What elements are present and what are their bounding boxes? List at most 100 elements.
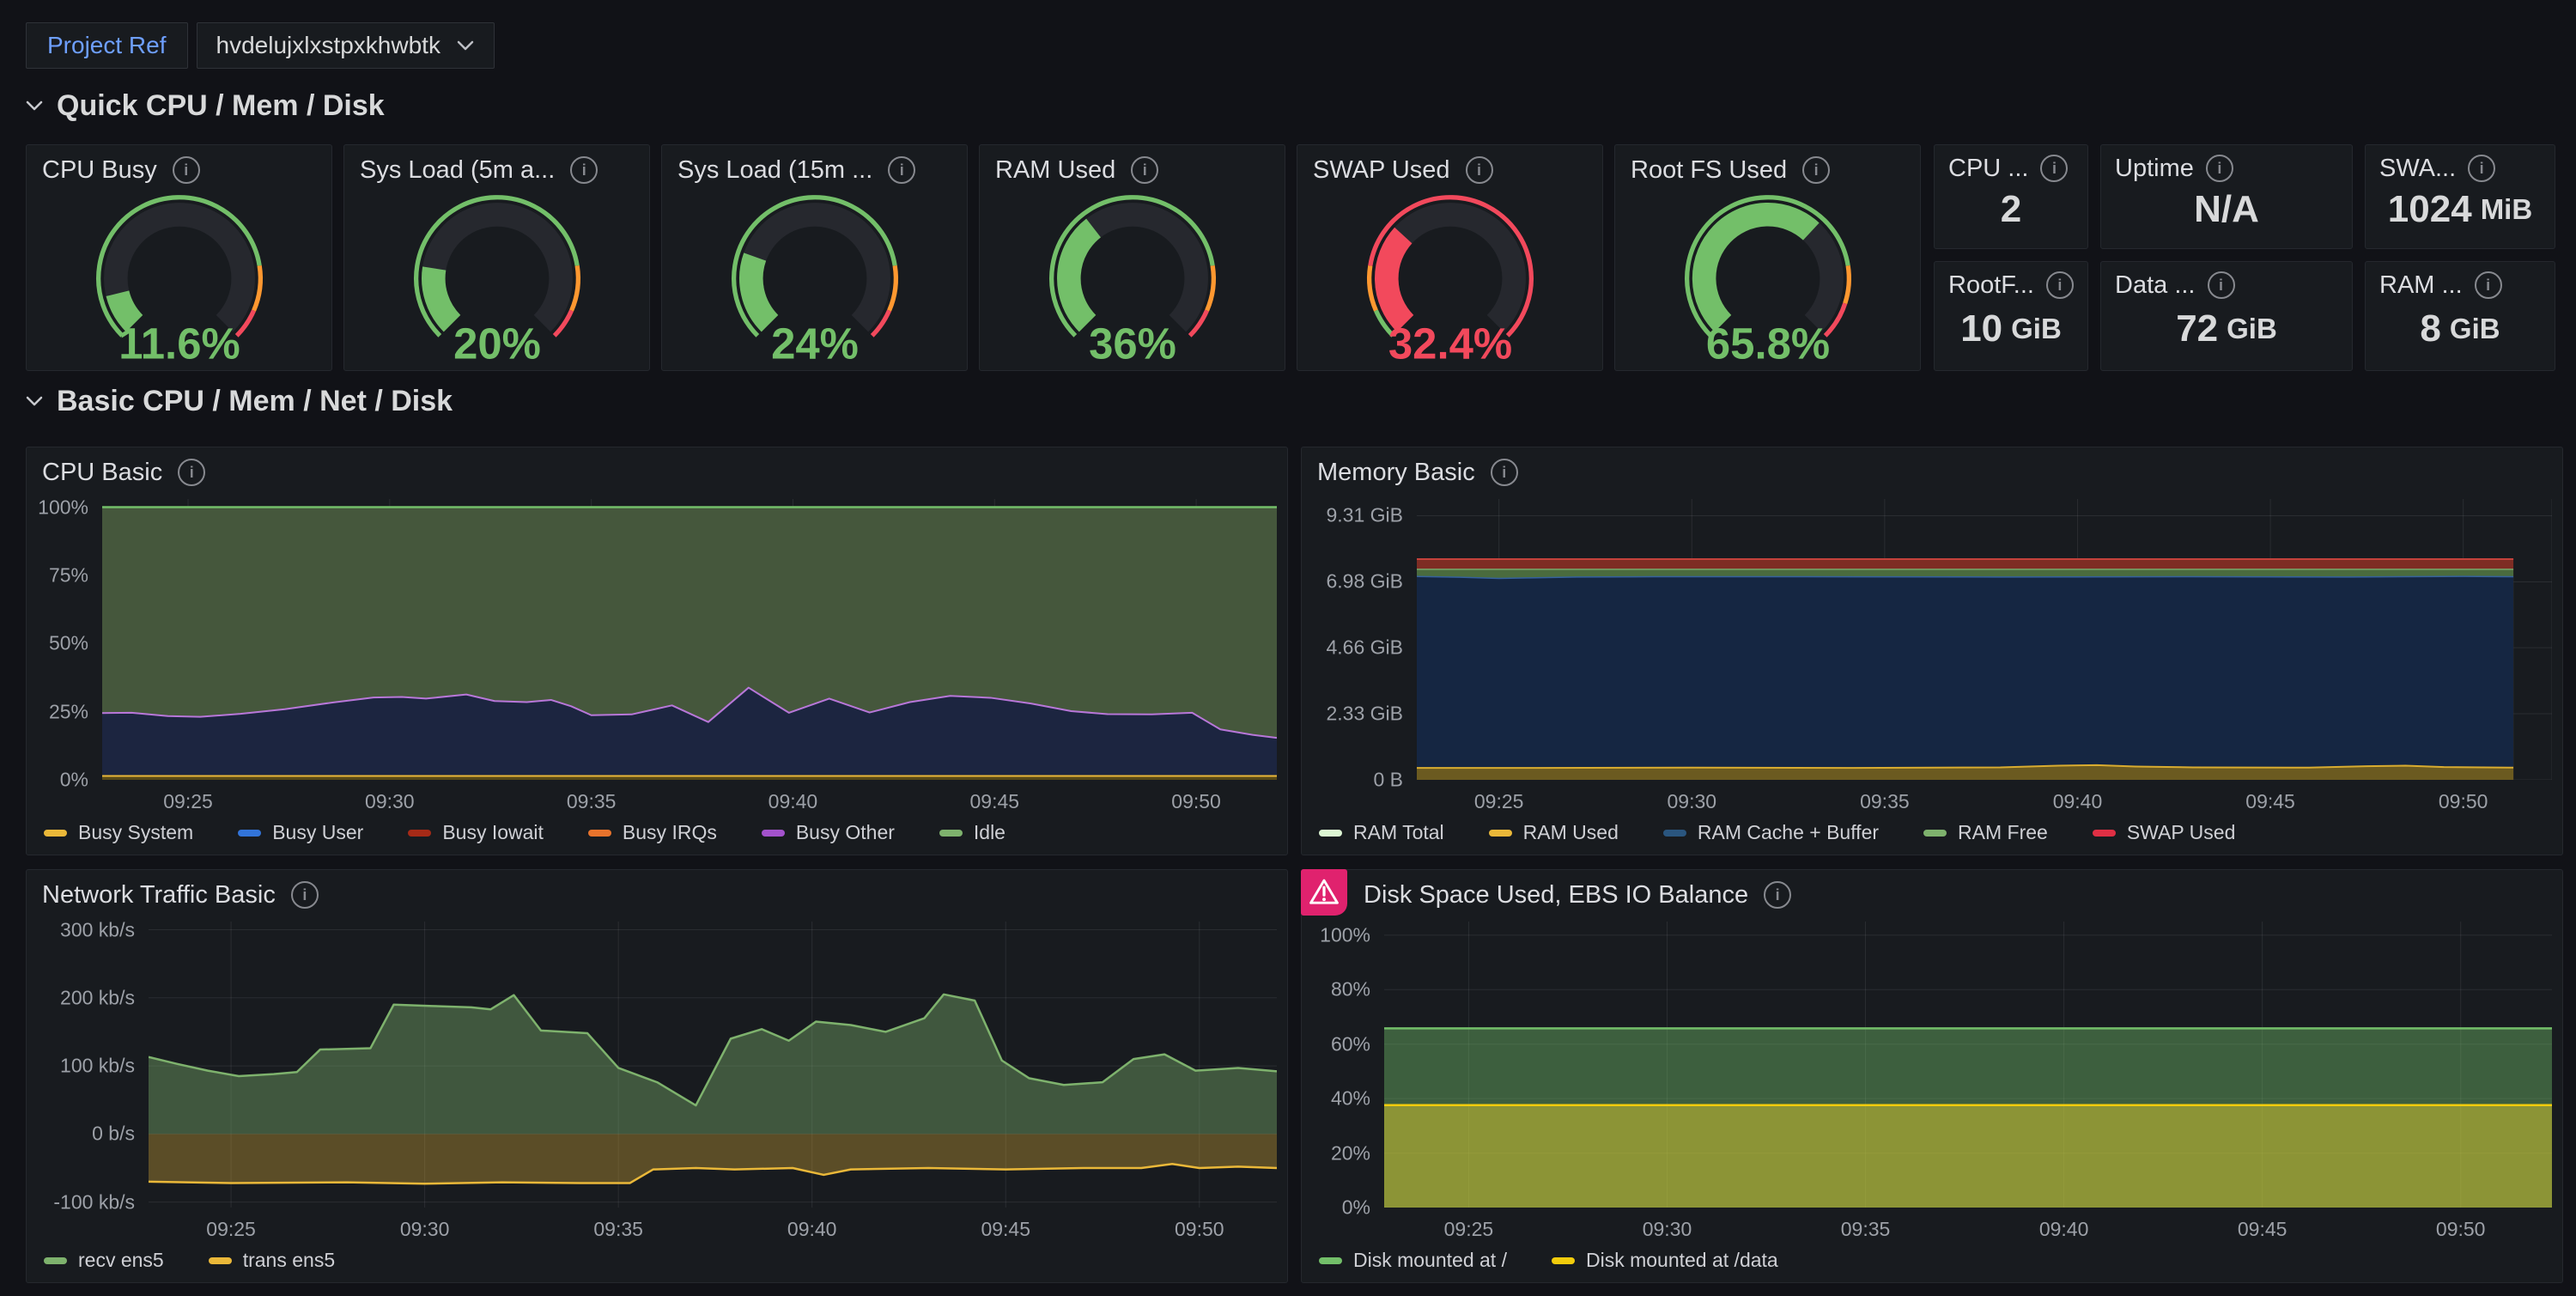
legend-label: Busy Other bbox=[796, 821, 895, 844]
panel-title[interactable]: Root FS Used bbox=[1631, 156, 1787, 185]
legend-color-pill bbox=[1552, 1257, 1575, 1264]
gauge-value: 65.8% bbox=[1705, 319, 1829, 368]
gauge-panel: Sys Load (15m ...i24% bbox=[661, 144, 968, 371]
x-tick-label: 09:45 bbox=[2245, 790, 2295, 813]
series-area-RAM Cache + Buffer bbox=[1417, 576, 2513, 780]
x-tick-label: 09:40 bbox=[2053, 790, 2103, 813]
legend-item[interactable]: Busy Other bbox=[762, 821, 895, 844]
legend-color-pill bbox=[588, 830, 611, 837]
info-icon[interactable]: i bbox=[1466, 156, 1493, 184]
y-tick-label: 0 b/s bbox=[92, 1123, 135, 1146]
legend-color-pill bbox=[209, 1257, 232, 1264]
plot-area[interactable] bbox=[102, 499, 1277, 780]
legend-item[interactable]: Busy System bbox=[44, 821, 193, 844]
panel-title[interactable]: CPU ... bbox=[1948, 155, 2028, 183]
panel-title[interactable]: Uptime bbox=[2115, 155, 2194, 183]
panel-header: RootF... i bbox=[1935, 262, 2087, 300]
info-icon[interactable]: i bbox=[570, 156, 598, 184]
legend: RAM Total RAM Used RAM Cache + Buffer RAM F… bbox=[1302, 819, 2562, 855]
info-icon[interactable]: i bbox=[2468, 155, 2495, 182]
panel-title[interactable]: CPU Basic bbox=[42, 459, 162, 487]
panel-title[interactable]: SWA... bbox=[2379, 155, 2456, 183]
plot-area[interactable] bbox=[1417, 499, 2552, 780]
gauge-panel: Root FS Used i 65.8% bbox=[1614, 144, 1921, 371]
chart-body: 0%25%50%75%100% bbox=[27, 490, 1287, 780]
info-icon[interactable]: i bbox=[2046, 271, 2074, 299]
alert-warning-icon[interactable] bbox=[1301, 869, 1347, 916]
stat-panel: Data ...i72GiB bbox=[2100, 261, 2353, 371]
info-icon[interactable]: i bbox=[173, 156, 200, 184]
legend-label: RAM Used bbox=[1523, 821, 1619, 844]
y-tick-label: 25% bbox=[49, 700, 88, 723]
y-tick-label: 50% bbox=[49, 632, 88, 655]
info-icon[interactable]: i bbox=[178, 459, 205, 486]
panel-title[interactable]: Disk Space Used, EBS IO Balance bbox=[1364, 881, 1748, 910]
grafana-dashboard: Project Ref hvdelujxlxstpxkhwbtk Quick C… bbox=[0, 0, 2576, 1296]
info-icon[interactable]: i bbox=[1764, 881, 1791, 909]
info-icon[interactable]: i bbox=[1131, 156, 1158, 184]
stat-value: 1024MiB bbox=[2366, 183, 2555, 248]
panel-title[interactable]: RootF... bbox=[1948, 271, 2034, 300]
y-tick-label: 2.33 GiB bbox=[1327, 703, 1404, 726]
info-icon[interactable]: i bbox=[2208, 271, 2235, 299]
panel-title[interactable]: RAM Used bbox=[995, 156, 1115, 185]
chart-panel-cpu: CPU Basici0%25%50%75%100%09:2509:3009:35… bbox=[26, 447, 1288, 855]
legend-item[interactable]: trans ens5 bbox=[209, 1249, 335, 1272]
panel-title[interactable]: CPU Busy bbox=[42, 156, 157, 185]
legend-item[interactable]: RAM Used bbox=[1489, 821, 1619, 844]
panel-title[interactable]: Memory Basic bbox=[1317, 459, 1475, 487]
plot-area[interactable] bbox=[1384, 922, 2552, 1208]
plot-area[interactable] bbox=[149, 922, 1277, 1208]
y-tick-label: 0 B bbox=[1373, 769, 1403, 792]
stat-value-unit: GiB bbox=[2011, 313, 2062, 345]
legend-label: Idle bbox=[974, 821, 1005, 844]
panel-title[interactable]: SWAP Used bbox=[1313, 156, 1450, 185]
chevron-down-icon bbox=[26, 396, 43, 407]
info-icon[interactable]: i bbox=[291, 881, 319, 909]
legend-item[interactable]: RAM Free bbox=[1923, 821, 2048, 844]
info-icon[interactable]: i bbox=[2475, 271, 2502, 299]
y-axis: -100 kb/s0 b/s100 kb/s200 kb/s300 kb/s bbox=[32, 922, 149, 1208]
legend-item[interactable]: Disk mounted at / bbox=[1319, 1249, 1507, 1272]
legend-color-pill bbox=[2093, 830, 2116, 837]
stat-value-number: 8 bbox=[2420, 307, 2440, 350]
legend-item[interactable]: Busy Iowait bbox=[408, 821, 544, 844]
legend-item[interactable]: Busy User bbox=[238, 821, 363, 844]
legend-item[interactable]: RAM Cache + Buffer bbox=[1663, 821, 1879, 844]
dashboard-variable-controls: Project Ref hvdelujxlxstpxkhwbtk bbox=[26, 22, 495, 69]
section-header-quick-cpu-mem-disk[interactable]: Quick CPU / Mem / Disk bbox=[26, 89, 385, 123]
stat-value-unit: MiB bbox=[2481, 193, 2533, 226]
info-icon[interactable]: i bbox=[2040, 155, 2068, 182]
stat-panel-grid: CPU ...i2UptimeiN/ASWA...i1024MiBRootF..… bbox=[1934, 144, 2555, 371]
x-tick-label: 09:40 bbox=[787, 1218, 837, 1241]
x-tick-label: 09:25 bbox=[163, 790, 213, 813]
legend-item[interactable]: Idle bbox=[939, 821, 1005, 844]
panel-title[interactable]: RAM ... bbox=[2379, 271, 2463, 300]
y-tick-label: 0% bbox=[1342, 1196, 1370, 1220]
legend-item[interactable]: Busy IRQs bbox=[588, 821, 717, 844]
panel-title[interactable]: Data ... bbox=[2115, 271, 2196, 300]
gauge-panel: Sys Load (5m a...i20% bbox=[343, 144, 650, 371]
panel-title[interactable]: Network Traffic Basic bbox=[42, 881, 276, 910]
info-icon[interactable]: i bbox=[1491, 459, 1518, 486]
legend-label: trans ens5 bbox=[243, 1249, 335, 1272]
legend-item[interactable]: Disk mounted at /data bbox=[1552, 1249, 1778, 1272]
info-icon[interactable]: i bbox=[2206, 155, 2233, 182]
legend-color-pill bbox=[762, 830, 785, 837]
y-tick-label: 100% bbox=[1320, 923, 1370, 946]
info-icon[interactable]: i bbox=[888, 156, 915, 184]
project-ref-select[interactable]: hvdelujxlxstpxkhwbtk bbox=[197, 22, 495, 69]
chart-panel-disk: Disk Space Used, EBS IO Balancei0%20%40%… bbox=[1301, 869, 2563, 1283]
legend-item[interactable]: RAM Total bbox=[1319, 821, 1444, 844]
panel-title[interactable]: Sys Load (15m ... bbox=[677, 156, 872, 185]
section-title: Quick CPU / Mem / Disk bbox=[57, 89, 385, 123]
panel-title[interactable]: Sys Load (5m a... bbox=[360, 156, 555, 185]
section-header-basic-cpu-mem-net-disk[interactable]: Basic CPU / Mem / Net / Disk bbox=[26, 385, 453, 418]
y-axis: 0 B2.33 GiB4.66 GiB6.98 GiB9.31 GiB bbox=[1307, 499, 1417, 780]
panel-header: CPU Basic i bbox=[27, 447, 1287, 490]
legend-item[interactable]: SWAP Used bbox=[2093, 821, 2236, 844]
gauge-value: 36% bbox=[1089, 319, 1176, 368]
legend-item[interactable]: recv ens5 bbox=[44, 1249, 164, 1272]
info-icon[interactable]: i bbox=[1802, 156, 1830, 184]
variable-label-project-ref[interactable]: Project Ref bbox=[26, 22, 188, 69]
